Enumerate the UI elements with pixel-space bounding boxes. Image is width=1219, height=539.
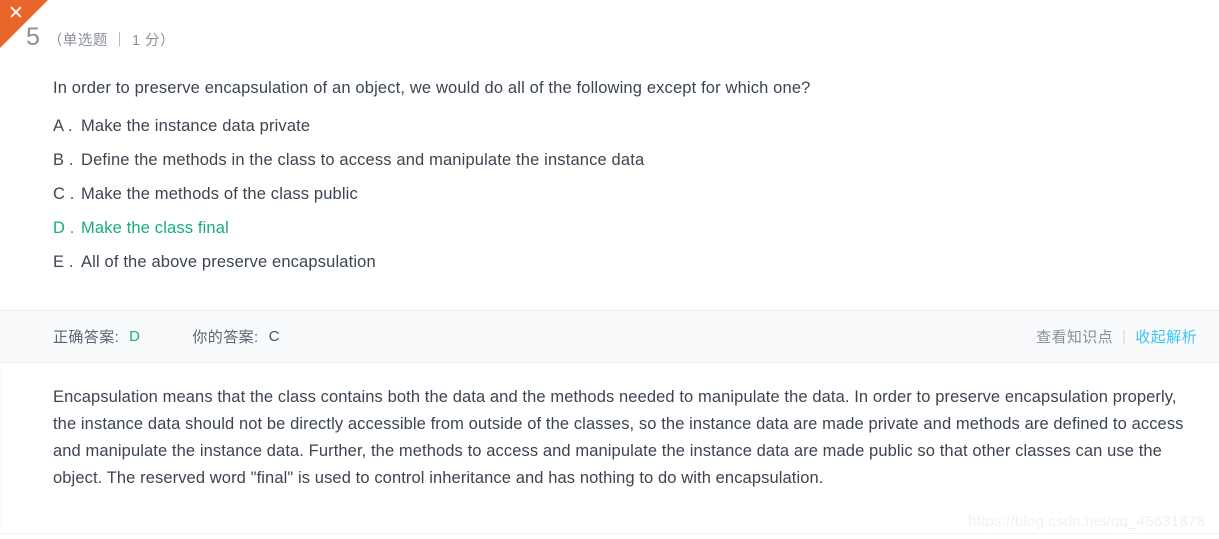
view-knowledge-point-link[interactable]: 查看知识点 bbox=[1036, 326, 1113, 347]
answer-summary-left: 正确答案: D 你的答案: C bbox=[0, 326, 280, 347]
question-header: 5 （单选题 ｜ 1 分） bbox=[26, 25, 175, 50]
your-answer-label: 你的答案: bbox=[192, 329, 259, 346]
card-left-divider bbox=[0, 363, 1, 534]
option-b-letter: B . bbox=[53, 151, 74, 169]
close-icon: ✕ bbox=[8, 3, 24, 24]
question-stem: In order to preserve encapsulation of an… bbox=[53, 79, 811, 97]
option-e[interactable]: E . All of the above preserve encapsulat… bbox=[53, 253, 1179, 287]
option-e-letter: E . bbox=[53, 253, 74, 271]
analysis-text: Encapsulation means that the class conta… bbox=[53, 388, 1184, 487]
correct-answer-group: 正确答案: D bbox=[53, 326, 140, 347]
option-a-letter: A . bbox=[53, 117, 73, 135]
answer-summary-actions: 查看知识点 | 收起解析 bbox=[1036, 326, 1219, 347]
option-list: A . Make the instance data private B . D… bbox=[53, 117, 1179, 287]
option-d-text: Make the class final bbox=[81, 219, 229, 237]
your-answer-group: 你的答案: C bbox=[192, 326, 279, 347]
option-b-text: Define the methods in the class to acces… bbox=[81, 151, 645, 169]
correct-answer-value: D bbox=[129, 328, 141, 345]
card-bottom-divider bbox=[0, 533, 1219, 534]
correct-answer-label: 正确答案: bbox=[53, 329, 120, 346]
answer-summary-bar: 正确答案: D 你的答案: C 查看知识点 | 收起解析 bbox=[0, 310, 1219, 363]
option-c-text: Make the methods of the class public bbox=[81, 185, 358, 203]
option-d[interactable]: D . Make the class final bbox=[53, 219, 1179, 253]
question-meta: （单选题 ｜ 1 分） bbox=[47, 33, 176, 49]
your-answer-value: C bbox=[268, 328, 280, 345]
question-card: ✕ 5 （单选题 ｜ 1 分） In order to preserve enc… bbox=[0, 0, 1219, 539]
option-a[interactable]: A . Make the instance data private bbox=[53, 117, 1179, 151]
watermark: https://blog.csdn.net/qq_45631878 bbox=[968, 513, 1205, 530]
option-d-letter: D . bbox=[53, 219, 75, 237]
option-b[interactable]: B . Define the methods in the class to a… bbox=[53, 151, 1179, 185]
option-a-text: Make the instance data private bbox=[81, 117, 311, 135]
option-e-text: All of the above preserve encapsulation bbox=[81, 253, 376, 271]
option-c-letter: C . bbox=[53, 185, 75, 203]
option-c[interactable]: C . Make the methods of the class public bbox=[53, 185, 1179, 219]
toggle-analysis-link[interactable]: 收起解析 bbox=[1135, 326, 1197, 347]
action-separator: | bbox=[1122, 328, 1127, 345]
